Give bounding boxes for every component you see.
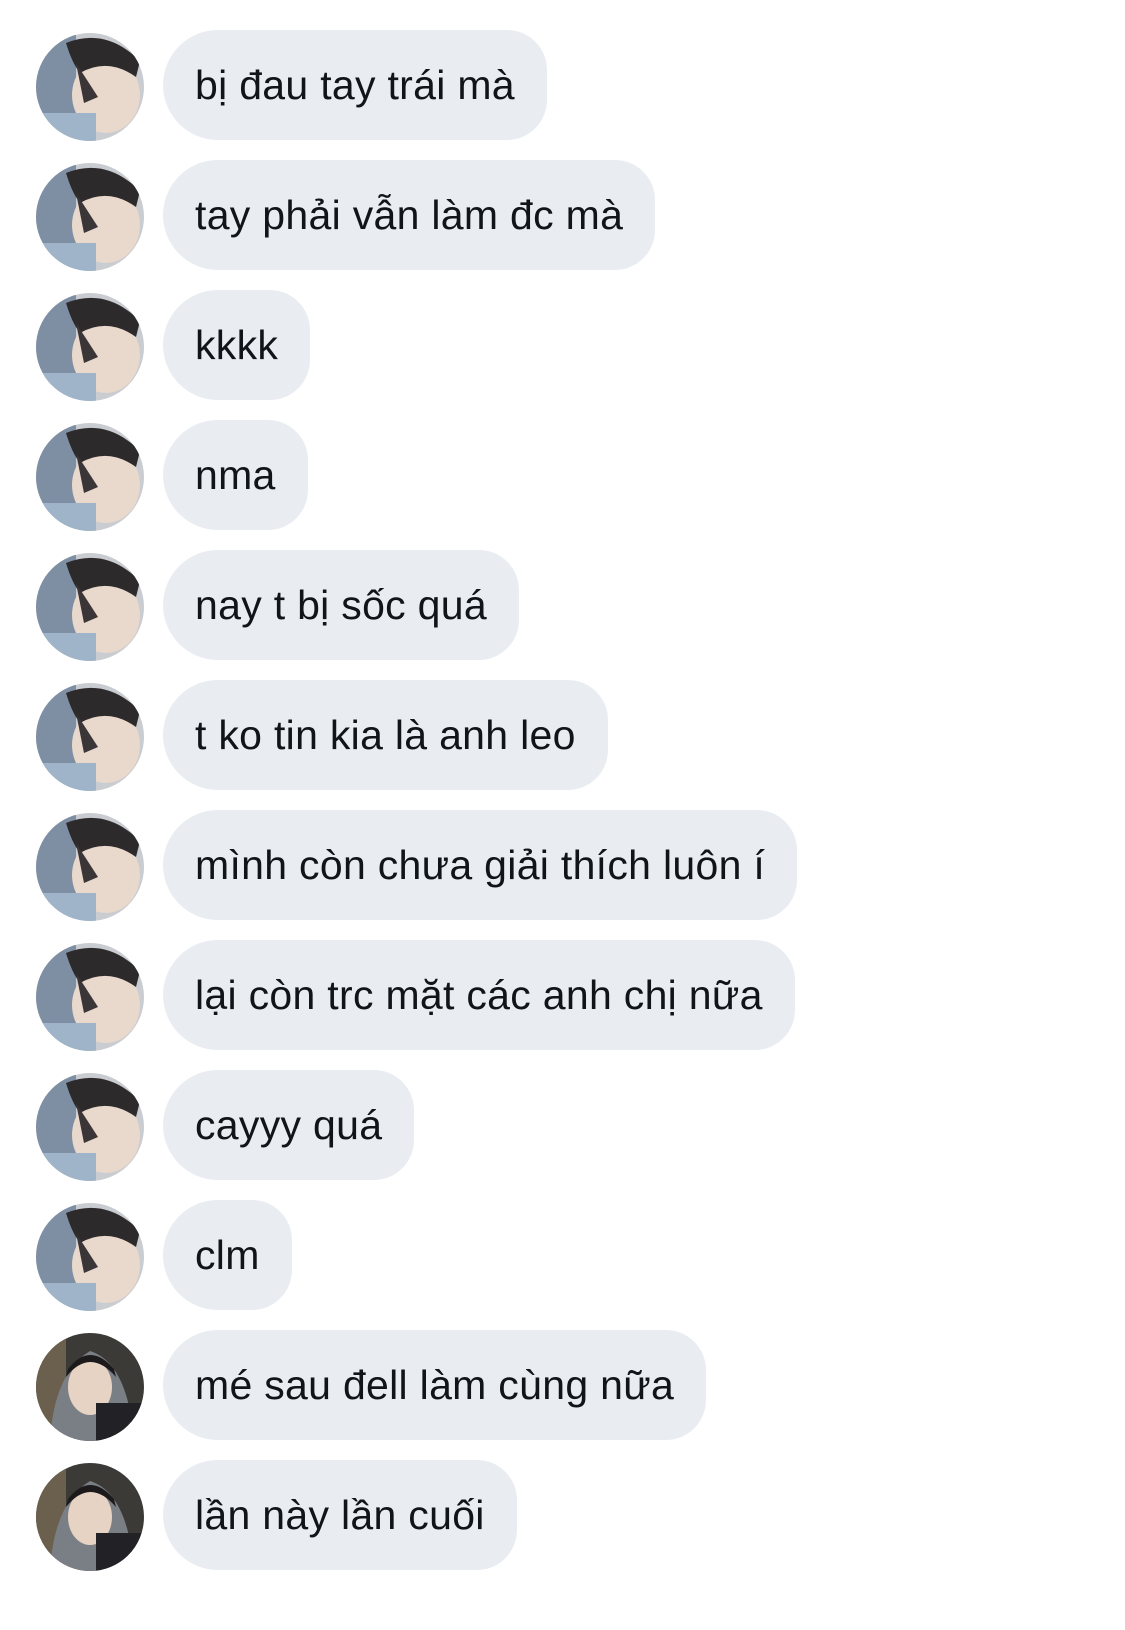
message-text: nma bbox=[195, 451, 276, 498]
message-row: tay phải vẫn làm đc mà bbox=[0, 160, 1125, 271]
sender-avatar[interactable] bbox=[36, 1203, 144, 1311]
message-row: cayyy quá bbox=[0, 1070, 1125, 1181]
sender-avatar[interactable] bbox=[36, 553, 144, 661]
message-row: lại còn trc mặt các anh chị nữa bbox=[0, 940, 1125, 1051]
message-thread: bị đau tay trái mà tay phải vẫn làm đc m… bbox=[0, 0, 1125, 1630]
message-row: clm bbox=[0, 1200, 1125, 1311]
avatar-light-icon bbox=[36, 1073, 144, 1181]
message-text: nay t bị sốc quá bbox=[195, 581, 487, 628]
sender-avatar[interactable] bbox=[36, 683, 144, 791]
avatar-light-icon bbox=[36, 33, 144, 141]
sender-avatar[interactable] bbox=[36, 1073, 144, 1181]
message-bubble[interactable]: kkkk bbox=[163, 290, 311, 400]
message-row: mình còn chưa giải thích luôn í bbox=[0, 810, 1125, 921]
avatar-dark-icon bbox=[36, 1333, 144, 1441]
message-text: lần này lần cuối bbox=[195, 1491, 485, 1538]
message-bubble[interactable]: t ko tin kia là anh leo bbox=[163, 680, 608, 790]
message-text: t ko tin kia là anh leo bbox=[195, 711, 576, 758]
message-row: mé sau đell làm cùng nữa bbox=[0, 1330, 1125, 1441]
message-text: clm bbox=[195, 1231, 260, 1278]
sender-avatar[interactable] bbox=[36, 1463, 144, 1571]
avatar-light-icon bbox=[36, 1203, 144, 1311]
message-row: kkkk bbox=[0, 290, 1125, 401]
message-bubble[interactable]: lại còn trc mặt các anh chị nữa bbox=[163, 940, 795, 1050]
sender-avatar[interactable] bbox=[36, 163, 144, 271]
avatar-light-icon bbox=[36, 813, 144, 921]
message-bubble[interactable]: mé sau đell làm cùng nữa bbox=[163, 1330, 707, 1440]
message-bubble[interactable]: tay phải vẫn làm đc mà bbox=[163, 160, 656, 270]
message-bubble[interactable]: cayyy quá bbox=[163, 1070, 415, 1180]
sender-avatar[interactable] bbox=[36, 293, 144, 401]
message-text: kkkk bbox=[195, 321, 279, 368]
avatar-light-icon bbox=[36, 553, 144, 661]
message-bubble[interactable]: lần này lần cuối bbox=[163, 1460, 517, 1570]
message-row: bị đau tay trái mà bbox=[0, 30, 1125, 141]
message-row: nma bbox=[0, 420, 1125, 531]
message-text: mé sau đell làm cùng nữa bbox=[195, 1361, 675, 1408]
message-bubble[interactable]: bị đau tay trái mà bbox=[163, 30, 547, 140]
sender-avatar[interactable] bbox=[36, 423, 144, 531]
sender-avatar[interactable] bbox=[36, 33, 144, 141]
message-text: cayyy quá bbox=[195, 1101, 383, 1148]
message-row: lần này lần cuối bbox=[0, 1460, 1125, 1571]
avatar-light-icon bbox=[36, 293, 144, 401]
message-text: mình còn chưa giải thích luôn í bbox=[195, 841, 766, 888]
message-text: tay phải vẫn làm đc mà bbox=[195, 191, 624, 238]
message-row: t ko tin kia là anh leo bbox=[0, 680, 1125, 791]
avatar-dark-icon bbox=[36, 1463, 144, 1571]
message-row: nay t bị sốc quá bbox=[0, 550, 1125, 661]
message-text: bị đau tay trái mà bbox=[195, 61, 515, 108]
message-bubble[interactable]: clm bbox=[163, 1200, 292, 1310]
message-bubble[interactable]: mình còn chưa giải thích luôn í bbox=[163, 810, 798, 920]
message-text: lại còn trc mặt các anh chị nữa bbox=[195, 971, 763, 1018]
sender-avatar[interactable] bbox=[36, 943, 144, 1051]
avatar-light-icon bbox=[36, 423, 144, 531]
sender-avatar[interactable] bbox=[36, 813, 144, 921]
message-bubble[interactable]: nay t bị sốc quá bbox=[163, 550, 519, 660]
avatar-light-icon bbox=[36, 163, 144, 271]
sender-avatar[interactable] bbox=[36, 1333, 144, 1441]
avatar-light-icon bbox=[36, 683, 144, 791]
avatar-light-icon bbox=[36, 943, 144, 1051]
message-bubble[interactable]: nma bbox=[163, 420, 308, 530]
